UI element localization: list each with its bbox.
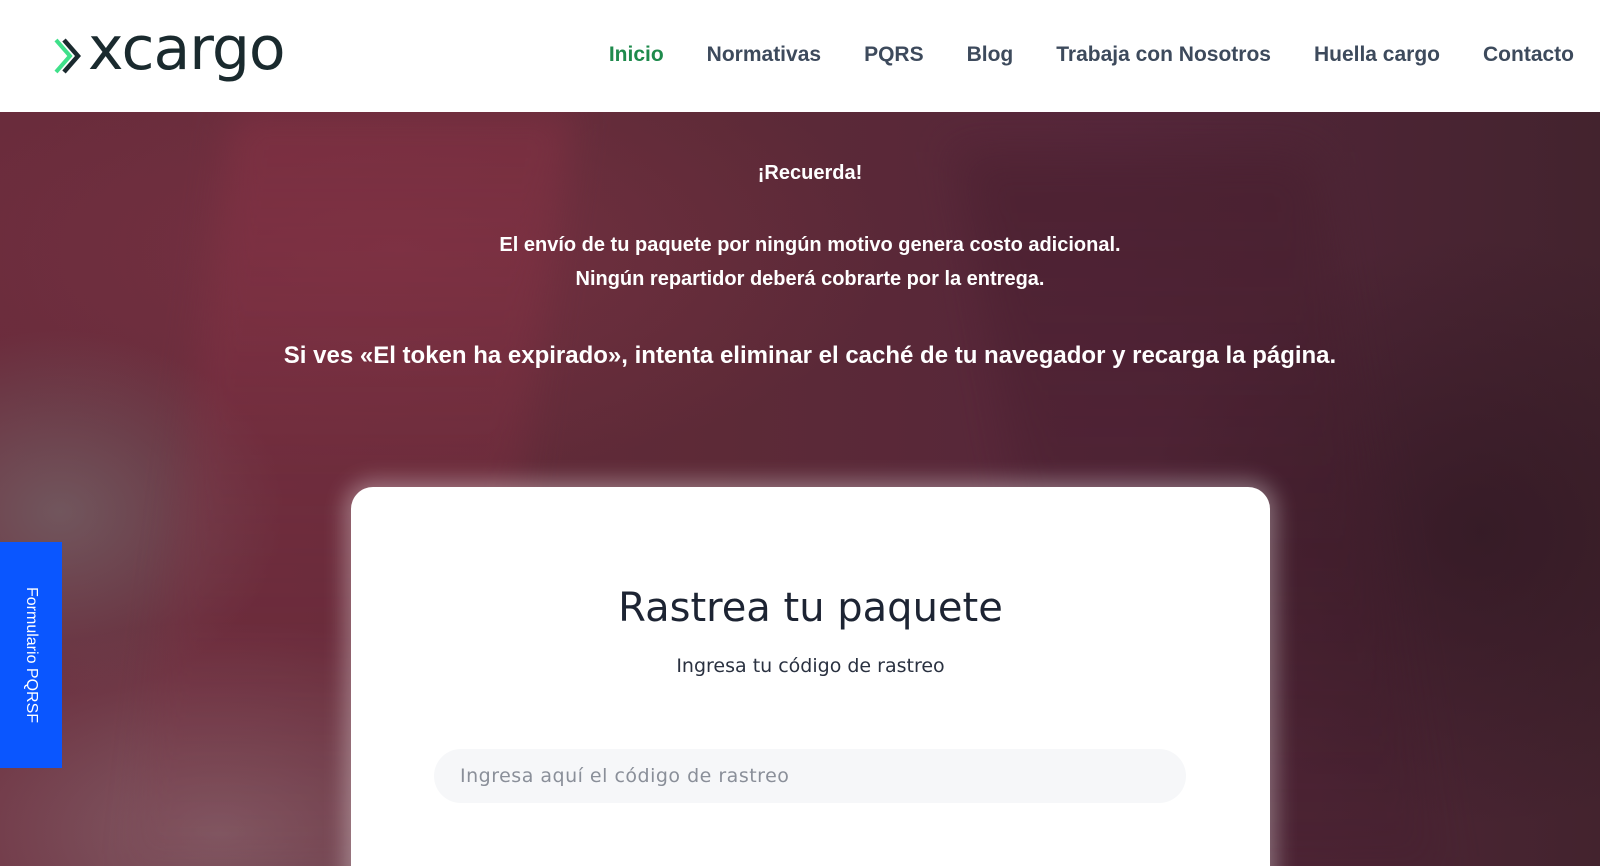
notice-line-1: El envío de tu paquete por ningún motivo… [499, 234, 1121, 256]
pqrsf-form-tab-label: Formulario PQRSF [23, 586, 40, 724]
logo-text: xcargo [88, 14, 286, 84]
pqrsf-form-tab[interactable]: Formulario PQRSF [0, 542, 62, 768]
notice-line-2: Ningún repartidor deberá cobrarte por la… [575, 268, 1045, 290]
nav-item-blog[interactable]: Blog [967, 40, 1014, 70]
reminder-title: ¡Recuerda! [757, 162, 863, 184]
nav-item-contacto[interactable]: Contacto [1483, 40, 1574, 70]
chevron-logo-icon [54, 38, 81, 74]
nav-item-inicio[interactable]: Inicio [609, 40, 664, 70]
nav-item-huella-cargo[interactable]: Huella cargo [1314, 40, 1440, 70]
nav-item-normativas[interactable]: Normativas [707, 40, 821, 70]
main-nav: Inicio Normativas PQRS Blog Trabaja con … [566, 40, 1574, 70]
xcargo-logo[interactable]: xcargo [54, 18, 324, 94]
tracking-subtitle: Ingresa tu código de rastreo [676, 655, 945, 677]
nav-item-pqrs[interactable]: PQRS [864, 40, 924, 70]
tracking-title: Rastrea tu paquete [618, 585, 1003, 631]
token-notice: Si ves «El token ha expirado», intenta e… [283, 342, 1337, 369]
tracking-code-input[interactable] [434, 749, 1186, 803]
tracking-card: Rastrea tu paquete Ingresa tu código de … [351, 487, 1270, 866]
site-header: xcargo Inicio Normativas PQRS Blog Traba… [0, 0, 1600, 112]
nav-item-trabaja-con-nosotros[interactable]: Trabaja con Nosotros [1056, 40, 1271, 70]
notice-text: El envío de tu paquete por ningún motivo… [0, 228, 1600, 296]
